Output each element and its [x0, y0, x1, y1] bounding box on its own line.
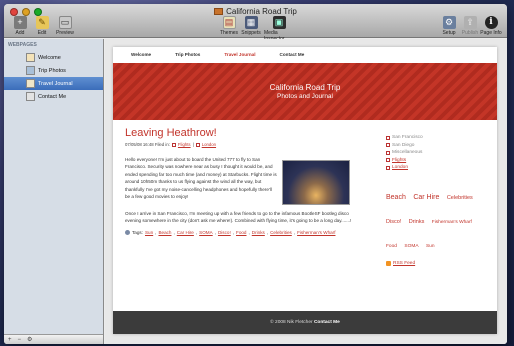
- post-date: 07/05/08 16:48 Filed in:: [125, 142, 170, 147]
- window-title-text: California Road Trip: [226, 7, 297, 16]
- category-icon: [386, 150, 390, 155]
- tag-link[interactable]: Car Hire: [177, 230, 194, 235]
- page-thumbnail-icon: [26, 53, 35, 62]
- tag-link[interactable]: SOMA: [199, 230, 213, 235]
- site-nav: Welcome Trip Photos Travel Journal Conta…: [113, 47, 497, 61]
- photos-thumbnail-icon: [26, 66, 35, 75]
- sidebar-item-trip-photos[interactable]: Trip Photos: [4, 64, 103, 77]
- webpage-preview: Welcome Trip Photos Travel Journal Conta…: [113, 47, 497, 334]
- footer-contact-link[interactable]: Contact Me: [314, 320, 340, 325]
- contact-thumbnail-icon: [26, 92, 35, 101]
- category-icon: [195, 142, 200, 147]
- tag-icon: [125, 229, 130, 235]
- category-item[interactable]: Flights: [386, 158, 486, 163]
- tag-cloud-item[interactable]: Beach: [386, 193, 406, 204]
- category-icon: [386, 158, 390, 162]
- tag-cloud-item[interactable]: SOMA: [404, 243, 418, 250]
- tag-link[interactable]: Celebrities: [270, 230, 292, 235]
- banner-title: California Road Trip: [269, 83, 341, 92]
- category-list: San Francisco San Diego Miscellaneous Fl…: [386, 135, 486, 170]
- themes-icon: ▤: [222, 16, 236, 29]
- post-tags: Tags: Sun, Beach, Car Hire, SOMA, Disco!…: [125, 229, 355, 235]
- document-icon: [214, 8, 224, 15]
- publish-icon: ⇪: [463, 16, 477, 29]
- media-icon: ▣: [272, 16, 286, 29]
- remove-page-icon[interactable]: −: [18, 337, 22, 343]
- night-city-photo[interactable]: [282, 160, 350, 205]
- post-paragraph-2: Once I arrive in San Francisco, I'm meet…: [125, 210, 352, 224]
- tag-cloud-item[interactable]: Drinks: [409, 218, 425, 226]
- nav-contact-me[interactable]: Contact Me: [280, 52, 305, 57]
- category-icon: [171, 142, 176, 147]
- footer-copyright: © 2008 Nik Fletcher: [270, 320, 313, 325]
- category-icon: [386, 143, 390, 147]
- category-link-london[interactable]: London: [202, 142, 216, 147]
- category-icon: [386, 135, 390, 140]
- app-window: California Road Trip + Add ✎ Edit ▭ Prev…: [4, 4, 507, 344]
- sidebar-toolbar: + − ⚙: [4, 334, 103, 344]
- tag-cloud-item[interactable]: Celebrities: [447, 194, 473, 202]
- post-meta: 07/05/08 16:48 Filed in: Flights | Londo…: [125, 142, 217, 147]
- sidebar-heading: WEBPAGES: [8, 42, 37, 48]
- category-item[interactable]: San Diego: [386, 143, 486, 148]
- editor-canvas: Welcome Trip Photos Travel Journal Conta…: [105, 39, 507, 344]
- pencil-icon: ✎: [35, 16, 49, 29]
- tag-link[interactable]: Food: [236, 230, 246, 235]
- nav-travel-journal[interactable]: Travel Journal: [224, 52, 255, 57]
- publish-button[interactable]: ⇪ Publish: [459, 16, 481, 36]
- setup-button[interactable]: ⚙ Setup: [438, 16, 460, 36]
- nav-trip-photos[interactable]: Trip Photos: [175, 52, 200, 57]
- category-item[interactable]: San Francisco: [386, 135, 486, 140]
- tag-cloud-item[interactable]: Car Hire: [413, 193, 439, 204]
- themes-button[interactable]: ▤ Themes: [218, 16, 240, 36]
- snippets-button[interactable]: ▦ Snippets: [240, 16, 262, 36]
- window-title: California Road Trip: [4, 7, 507, 16]
- sidebar-item-travel-journal[interactable]: Travel Journal: [4, 77, 103, 90]
- sidebar-item-welcome[interactable]: Welcome: [4, 51, 103, 64]
- settings-gear-icon[interactable]: ⚙: [27, 336, 32, 343]
- info-icon: i: [484, 16, 498, 29]
- add-button[interactable]: + Add: [9, 16, 31, 36]
- site-footer: © 2008 Nik Fletcher Contact Me: [113, 311, 497, 334]
- tag-link[interactable]: Disco!: [218, 230, 231, 235]
- title-bar: California Road Trip + Add ✎ Edit ▭ Prev…: [4, 4, 507, 42]
- tag-cloud: Beach Car Hire Celebrities Disco! Drinks…: [386, 183, 486, 255]
- edit-button[interactable]: ✎ Edit: [31, 16, 53, 36]
- banner-subtitle: Photos and Journal: [276, 93, 333, 100]
- category-icon: [386, 165, 390, 170]
- add-page-icon[interactable]: +: [8, 337, 12, 343]
- tag-cloud-item[interactable]: Fisherman's Wharf: [432, 219, 472, 226]
- sidebar-item-contact-me[interactable]: Contact Me: [4, 90, 103, 103]
- sidebar: WEBPAGES Welcome Trip Photos Travel Jour…: [4, 39, 104, 344]
- blog-sidebar: San Francisco San Diego Miscellaneous Fl…: [386, 135, 486, 266]
- snippets-icon: ▦: [244, 16, 258, 29]
- tag-link[interactable]: Sun: [145, 230, 153, 235]
- category-item[interactable]: Miscellaneous: [386, 150, 486, 155]
- site-banner: California Road Trip Photos and Journal: [113, 63, 497, 120]
- tag-cloud-item[interactable]: Sun: [426, 243, 435, 250]
- page-info-button[interactable]: i Page Info: [480, 16, 502, 36]
- tag-link[interactable]: Fisherman's Wharf: [297, 230, 335, 235]
- journal-thumbnail-icon: [26, 79, 35, 88]
- category-item[interactable]: London: [386, 165, 486, 170]
- post-title[interactable]: Leaving Heathrow!: [125, 127, 355, 139]
- preview-button[interactable]: ▭ Preview: [54, 16, 76, 36]
- rss-icon: [386, 261, 391, 266]
- nav-welcome[interactable]: Welcome: [131, 52, 151, 57]
- tag-cloud-item[interactable]: Disco!: [386, 218, 401, 226]
- setup-icon: ⚙: [442, 16, 456, 29]
- tag-link[interactable]: Beach: [158, 230, 171, 235]
- add-icon: +: [13, 16, 27, 29]
- post-paragraph-1: Hello everyone! I'm just about to board …: [125, 157, 277, 200]
- category-link-flights[interactable]: Flights: [178, 142, 191, 147]
- rss-feed-link[interactable]: RSS Feed: [386, 261, 486, 266]
- post-content: Leaving Heathrow! 07/05/08 16:48 Filed i…: [125, 127, 355, 235]
- preview-icon: ▭: [58, 16, 72, 29]
- tag-cloud-item[interactable]: Food: [386, 243, 397, 250]
- tag-link[interactable]: Drinks: [252, 230, 265, 235]
